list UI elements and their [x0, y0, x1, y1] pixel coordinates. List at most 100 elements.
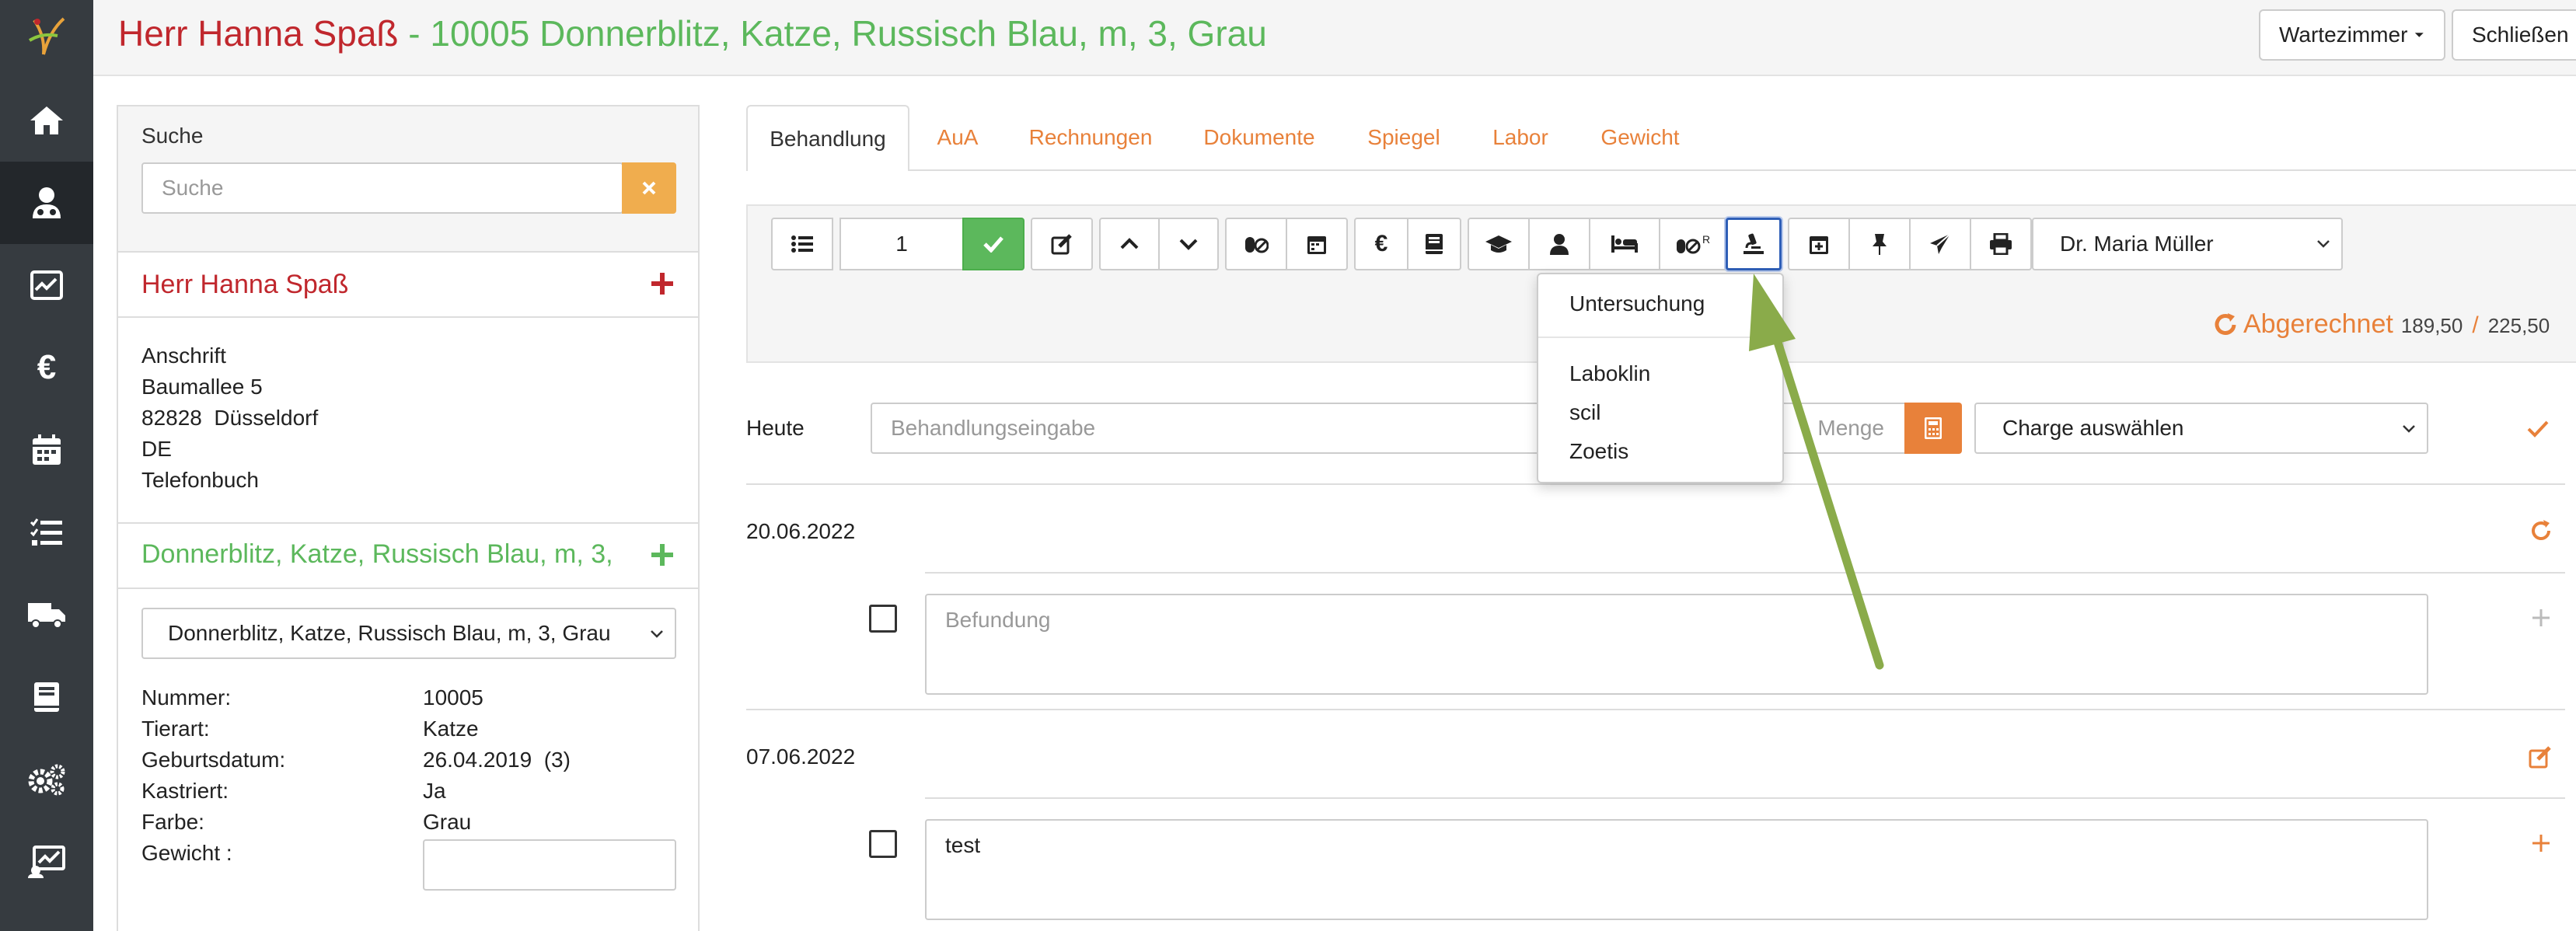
waiting-room-button[interactable]: Wartezimmer: [2259, 9, 2445, 61]
nav-tasks[interactable]: [0, 491, 93, 574]
nav-statistics[interactable]: [0, 821, 93, 903]
move-down-button[interactable]: [1158, 218, 1219, 270]
tab-labor[interactable]: Labor: [1472, 105, 1569, 169]
nav-book[interactable]: [0, 656, 93, 738]
paper-plane-icon: [1930, 233, 1951, 254]
detail-value-birthdate: 26.04.2019 (3): [423, 748, 571, 772]
print-button[interactable]: [1970, 218, 2032, 270]
caret-down-icon: [2415, 33, 2424, 37]
lab-order-button[interactable]: [1726, 218, 1782, 270]
nav-finance[interactable]: €: [0, 326, 93, 409]
euro-icon: €: [1374, 231, 1388, 256]
list-icon: [791, 235, 813, 253]
treatment-input[interactable]: Behandlungseingabe: [871, 403, 1570, 454]
medication-button[interactable]: [1225, 218, 1287, 270]
clear-search-button[interactable]: [622, 162, 676, 214]
education-button[interactable]: [1468, 218, 1530, 270]
findings-textarea[interactable]: Befundung: [925, 594, 2428, 695]
tab-spiegel[interactable]: Spiegel: [1346, 105, 1461, 169]
nav-monitor[interactable]: [0, 244, 93, 326]
dropdown-item-untersuchung[interactable]: Untersuchung: [1569, 291, 1705, 316]
close-label: Schließen: [2472, 23, 2569, 47]
vet-select[interactable]: Dr. Maria Müller: [2032, 218, 2343, 270]
phonebook-link[interactable]: Telefonbuch: [141, 468, 259, 493]
calendar-plus-icon: [1810, 236, 1828, 254]
calendar-icon: [1307, 236, 1326, 254]
nav-patients[interactable]: [0, 162, 93, 244]
tab-rechnungen[interactable]: Rechnungen: [1009, 105, 1172, 169]
total-amount: 225,50: [2487, 314, 2550, 337]
edit-button[interactable]: [1031, 218, 1093, 270]
owner-name[interactable]: Herr Hanna Spaß: [141, 270, 348, 300]
calculator-icon: [1925, 417, 1942, 439]
entry-checkbox[interactable]: [869, 605, 897, 633]
tabs-baseline: [746, 169, 2576, 171]
tab-gewicht[interactable]: Gewicht: [1579, 105, 1701, 169]
save-entry-icon[interactable]: [2526, 420, 2550, 438]
pin-button[interactable]: [1848, 218, 1911, 270]
close-button[interactable]: Schließen: [2452, 9, 2576, 61]
refresh-icon[interactable]: [2529, 519, 2553, 542]
send-button[interactable]: [1909, 218, 1971, 270]
hospital-bed-button[interactable]: [1589, 218, 1660, 270]
nav-calendar[interactable]: [0, 409, 93, 491]
charge-select[interactable]: Charge auswählen: [1974, 403, 2428, 454]
quantity-placeholder: Menge: [1817, 416, 1884, 440]
add-owner-icon[interactable]: [650, 271, 675, 296]
billed-amount: 189,50: [2400, 314, 2463, 337]
dropdown-item-zoetis[interactable]: Zoetis: [1569, 439, 1628, 464]
settings-icon: [28, 764, 65, 796]
price-button[interactable]: €: [1354, 218, 1408, 270]
animal-select[interactable]: Donnerblitz, Katze, Russisch Blau, m, 3,…: [141, 608, 676, 659]
pills-rx-icon: R: [1677, 233, 1710, 254]
quantity-input[interactable]: 1: [839, 218, 964, 270]
appointment-button[interactable]: [1286, 218, 1348, 270]
nav-settings[interactable]: [0, 738, 93, 821]
weight-input[interactable]: [423, 839, 676, 891]
add-animal-icon[interactable]: [650, 542, 675, 567]
dropdown-item-scil[interactable]: scil: [1569, 400, 1600, 425]
detail-key-neutered: Kastriert:: [141, 779, 229, 803]
list-view-button[interactable]: [771, 218, 833, 270]
tab-behandlung[interactable]: Behandlung: [746, 105, 909, 171]
confirm-quantity-button[interactable]: [962, 218, 1024, 270]
animal-select-value: Donnerblitz, Katze, Russisch Blau, m, 3,…: [168, 621, 611, 645]
person-icon: [1550, 234, 1569, 255]
edit-icon[interactable]: [2528, 744, 2553, 769]
pills-icon: [1245, 237, 1269, 253]
sidebar: €: [0, 0, 93, 931]
add-icon[interactable]: [2531, 833, 2551, 853]
task-list-icon: [30, 518, 62, 546]
add-icon[interactable]: [2531, 608, 2551, 628]
prescription-button[interactable]: R: [1659, 218, 1730, 270]
chevron-down-icon: [2403, 425, 2415, 433]
search-input[interactable]: Suche: [141, 162, 623, 214]
detail-key-color: Farbe:: [141, 810, 204, 834]
tab-dokumente[interactable]: Dokumente: [1183, 105, 1335, 169]
dropdown-item-laboklin[interactable]: Laboklin: [1569, 361, 1650, 386]
animal-name[interactable]: Donnerblitz, Katze, Russisch Blau, m, 3,…: [141, 539, 616, 570]
truck-icon: [28, 603, 65, 629]
nav-home[interactable]: [0, 79, 93, 162]
title-owner-name: Herr Hanna Spaß: [118, 13, 399, 54]
entry-checkbox[interactable]: [869, 830, 897, 858]
page-title: Herr Hanna Spaß - 10005 Donnerblitz, Kat…: [118, 12, 1267, 54]
address-country: DE: [141, 437, 172, 461]
person-button[interactable]: [1528, 218, 1590, 270]
move-up-button[interactable]: [1099, 218, 1160, 270]
tab-aua[interactable]: AuA: [917, 105, 998, 169]
book-icon: [1426, 234, 1443, 254]
entry-date: 20.06.2022: [746, 519, 856, 543]
title-animal-info: - 10005 Donnerblitz, Katze, Russisch Bla…: [398, 13, 1267, 54]
refresh-icon[interactable]: [2212, 312, 2239, 338]
nav-delivery[interactable]: [0, 574, 93, 656]
findings-textarea[interactable]: test: [925, 819, 2428, 920]
calculator-button[interactable]: [1904, 403, 1962, 454]
schedule-button[interactable]: [1788, 218, 1850, 270]
euro-icon: €: [37, 348, 57, 386]
printer-icon: [1990, 233, 2012, 255]
microscope-icon: [1744, 233, 1764, 254]
app-logo[interactable]: [0, 0, 93, 75]
billed-label: Abgerechnet: [2243, 309, 2393, 339]
book-button[interactable]: [1407, 218, 1461, 270]
